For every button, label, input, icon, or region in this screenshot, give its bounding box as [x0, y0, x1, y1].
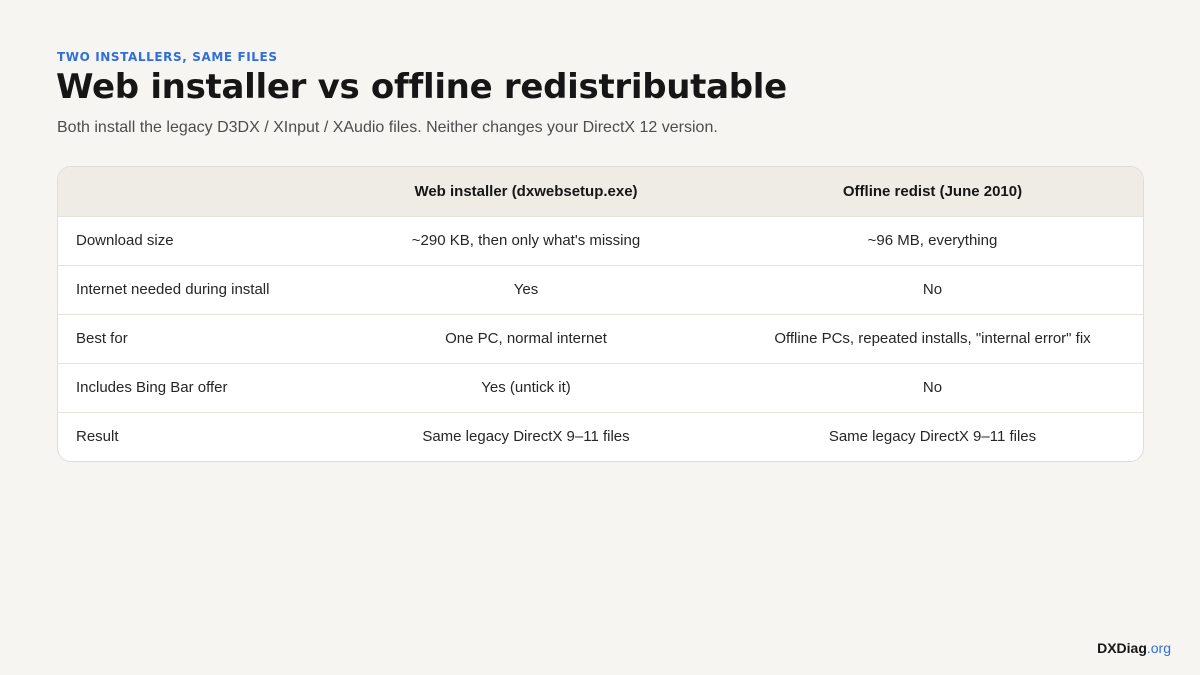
row-label: Best for — [76, 330, 128, 347]
offline-redist-cell: No — [922, 281, 943, 298]
table-header-row: Web installer (dxwebsetup.exe) Offline r… — [58, 167, 1143, 216]
column-header-offline-redist: Offline redist (June 2010) — [842, 182, 1023, 200]
brand-tld: .org — [1146, 640, 1171, 656]
web-installer-cell: Same legacy DirectX 9–11 files — [422, 428, 630, 446]
web-installer-cell: Yes — [513, 281, 539, 298]
comparison-table-card: Web installer (dxwebsetup.exe) Offline r… — [57, 166, 1144, 462]
offline-redist-cell: Offline PCs, repeated installs, "interna… — [774, 330, 1091, 347]
offline-redist-cell: Same legacy DirectX 9–11 files — [828, 428, 1037, 446]
page-subtitle: Both install the legacy D3DX / XInput / … — [57, 119, 718, 136]
table-row: Download size ~290 KB, then only what's … — [58, 216, 1143, 265]
page-title: Web installer vs offline redistributable — [56, 67, 787, 107]
table-row: Result Same legacy DirectX 9–11 files Sa… — [58, 412, 1143, 461]
table-row: Best for One PC, normal internet Offline… — [58, 314, 1143, 363]
column-header-web-installer: Web installer (dxwebsetup.exe) — [414, 182, 638, 200]
brand-logo[interactable]: DXDiag.org — [1097, 640, 1171, 656]
row-label: Result — [76, 428, 119, 446]
web-installer-cell: One PC, normal internet — [445, 330, 607, 347]
table-row: Includes Bing Bar offer Yes (untick it) … — [58, 363, 1143, 412]
web-installer-cell: ~290 KB, then only what's missing — [411, 232, 641, 249]
brand-name: DXDiag — [1097, 640, 1147, 656]
table-row: Internet needed during install Yes No — [58, 265, 1143, 314]
offline-redist-cell: No — [922, 379, 943, 396]
section-eyebrow: TWO INSTALLERS, SAME FILES — [57, 50, 278, 64]
comparison-table: Web installer (dxwebsetup.exe) Offline r… — [58, 167, 1143, 461]
web-installer-cell: Yes (untick it) — [481, 379, 571, 396]
offline-redist-cell: ~96 MB, everything — [867, 232, 998, 249]
row-label: Includes Bing Bar offer — [76, 379, 228, 396]
column-header-feature — [58, 167, 330, 216]
row-label: Internet needed during install — [76, 281, 270, 298]
row-label: Download size — [76, 232, 174, 249]
